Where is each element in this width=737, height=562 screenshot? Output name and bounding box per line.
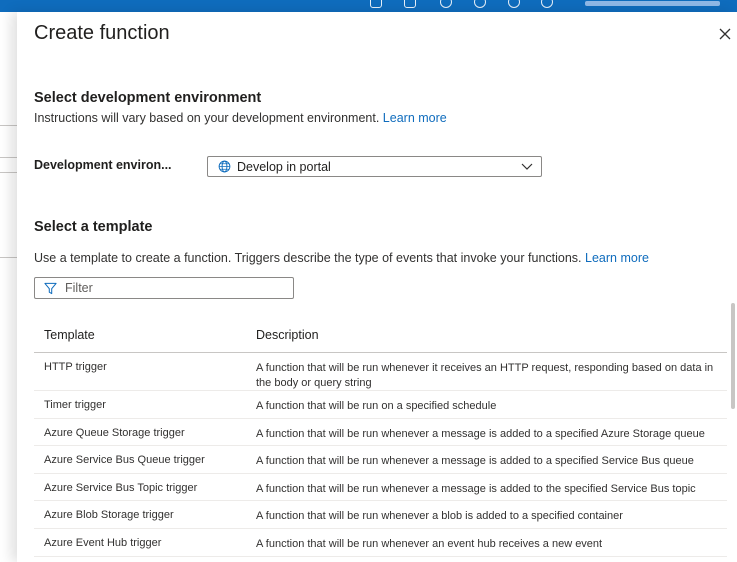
templates-table: Template Description HTTP trigger A func… bbox=[34, 315, 727, 557]
template-description-cell: A function that will be run on a specifi… bbox=[256, 400, 497, 412]
account-name[interactable] bbox=[585, 1, 720, 6]
template-name: Azure Service Bus Queue trigger bbox=[44, 454, 205, 467]
template-description-cell: A function that will be run whenever a m… bbox=[256, 427, 705, 440]
dev-env-selected-value: Develop in portal bbox=[237, 160, 331, 174]
cloud-shell-icon[interactable] bbox=[370, 0, 382, 8]
dev-env-heading: Select development environment bbox=[34, 90, 262, 106]
table-header: Template Description bbox=[34, 315, 727, 353]
notifications-icon[interactable] bbox=[440, 0, 452, 8]
template-learn-more-link[interactable]: Learn more bbox=[585, 251, 649, 265]
table-row[interactable]: Azure Queue Storage trigger A function t… bbox=[34, 419, 727, 447]
blade-title: Create function bbox=[34, 22, 170, 44]
template-name: Azure Blob Storage trigger bbox=[44, 509, 174, 522]
globe-icon bbox=[218, 160, 231, 173]
table-row[interactable]: HTTP trigger A function that will be run… bbox=[34, 353, 727, 391]
dev-env-field-label: Development environ... bbox=[34, 158, 172, 172]
filter-box[interactable] bbox=[34, 277, 294, 299]
table-row[interactable]: Azure Service Bus Topic trigger A functi… bbox=[34, 474, 727, 502]
template-name: Azure Service Bus Topic trigger bbox=[44, 481, 198, 494]
template-name: Timer trigger bbox=[44, 399, 106, 411]
help-icon[interactable] bbox=[508, 0, 520, 8]
template-description-cell: A function that will be run whenever a m… bbox=[256, 482, 696, 495]
vertical-scrollbar[interactable] bbox=[731, 303, 735, 409]
feedback-icon[interactable] bbox=[541, 0, 553, 8]
template-description-cell: A function that will be run whenever a m… bbox=[256, 455, 694, 468]
dev-env-learn-more-link[interactable]: Learn more bbox=[383, 111, 447, 125]
template-name: Azure Event Hub trigger bbox=[44, 536, 162, 549]
create-function-blade: Create function Select development envir… bbox=[17, 12, 737, 562]
template-name: HTTP trigger bbox=[44, 361, 107, 373]
filter-input[interactable] bbox=[65, 280, 285, 296]
table-row[interactable]: Azure Event Hub trigger A function that … bbox=[34, 529, 727, 557]
table-row[interactable]: Azure Blob Storage trigger A function th… bbox=[34, 501, 727, 529]
close-icon[interactable] bbox=[717, 26, 733, 42]
template-heading: Select a template bbox=[34, 219, 153, 235]
column-header-description[interactable]: Description bbox=[256, 328, 319, 342]
template-description-cell: A function that will be run whenever it … bbox=[256, 362, 714, 389]
template-description: Use a template to create a function. Tri… bbox=[34, 251, 649, 265]
filter-icon bbox=[44, 282, 57, 295]
table-row[interactable]: Azure Service Bus Queue trigger A functi… bbox=[34, 446, 727, 474]
settings-icon[interactable] bbox=[474, 0, 486, 8]
table-row[interactable]: Timer trigger A function that will be ru… bbox=[34, 391, 727, 419]
background-page bbox=[0, 12, 17, 562]
chevron-down-icon bbox=[521, 163, 533, 170]
portal-top-bar bbox=[0, 0, 737, 12]
template-name: Azure Queue Storage trigger bbox=[44, 426, 185, 439]
dev-env-dropdown[interactable]: Develop in portal bbox=[207, 156, 542, 177]
column-header-template[interactable]: Template bbox=[44, 328, 95, 342]
directory-icon[interactable] bbox=[404, 0, 416, 8]
dev-env-description: Instructions will vary based on your dev… bbox=[34, 111, 447, 125]
template-description-cell: A function that will be run whenever an … bbox=[256, 537, 603, 550]
template-description-cell: A function that will be run whenever a b… bbox=[256, 510, 623, 523]
